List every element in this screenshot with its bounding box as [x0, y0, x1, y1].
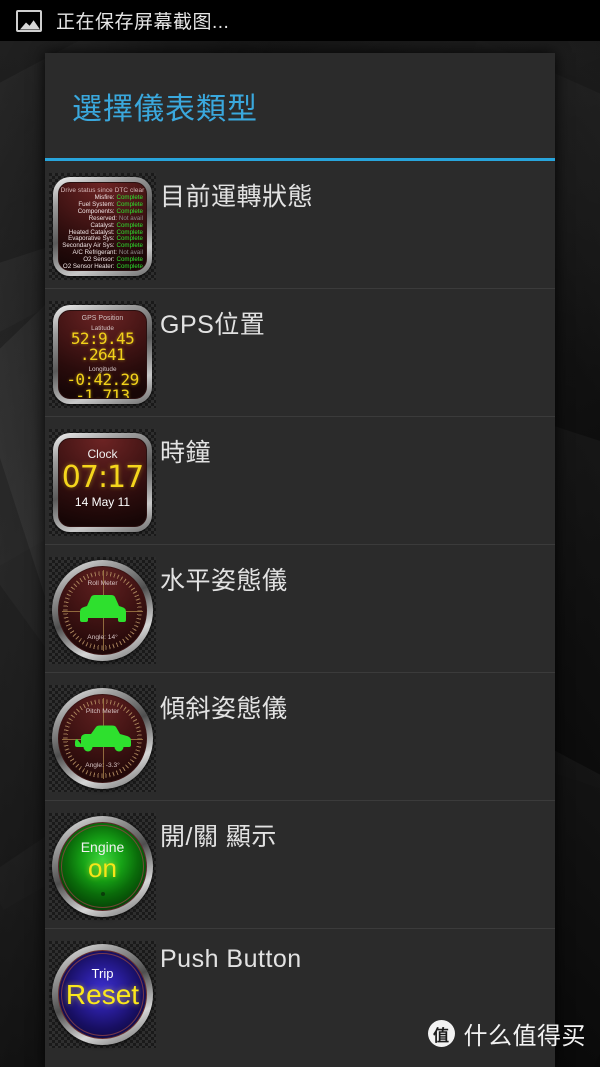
drive-status-gauge: Drive status since DTC clear Misfire: Co… [53, 177, 152, 276]
gauge-type-list: Drive status since DTC clear Misfire: Co… [45, 161, 555, 1057]
gauge-type-label: 時鐘 [160, 439, 212, 467]
pitch-meter-angle: Angle: -3.3° [85, 762, 120, 769]
gauge-thumbnail: Pitch Meter Angle: -3.3° [49, 685, 156, 792]
gauge-thumbnail-cell: Engine on [45, 809, 160, 920]
pitch-meter-gauge: Pitch Meter Angle: -3.3° [52, 688, 153, 789]
gauge-type-list-item[interactable]: GPS Position Latitude 52:9.45 .2641 Long… [45, 289, 555, 417]
indicator-dot-icon [100, 892, 105, 896]
gauge-type-label: GPS位置 [160, 311, 266, 339]
clock-time: 07:17 [61, 460, 144, 495]
gauge-thumbnail-cell: GPS Position Latitude 52:9.45 .2641 Long… [45, 297, 160, 408]
clock-title: Clock [87, 447, 118, 461]
gauge-thumbnail: Drive status since DTC clear Misfire: Co… [49, 173, 156, 280]
onoff-indicator-gauge: Engine on [52, 816, 153, 917]
gauge-type-label: Push Button [160, 945, 302, 973]
dialog-title: 選擇儀表類型 [72, 92, 258, 126]
gps-title: GPS Position [81, 315, 124, 322]
gauge-type-list-item[interactable]: Roll Meter Angle: 14° 水平姿態儀 [45, 545, 555, 673]
gps-longitude-value: -0:42.29 -1.713 [66, 370, 139, 399]
reset-label: Reset [65, 979, 140, 1010]
roll-meter-title: Roll Meter [87, 580, 118, 587]
gauge-type-list-item[interactable]: Clock 07:17 14 May 11 時鐘 [45, 417, 555, 545]
gauge-type-list-item[interactable]: Pitch Meter Angle: -3.3° 傾斜姿態儀 [45, 673, 555, 801]
gauge-thumbnail: Clock 07:17 14 May 11 [49, 429, 156, 536]
gauge-thumbnail: GPS Position Latitude 52:9.45 .2641 Long… [49, 301, 156, 408]
pitch-meter-title: Pitch Meter [85, 708, 120, 715]
gauge-thumbnail: Roll Meter Angle: 14° [49, 557, 156, 664]
gps-gauge: GPS Position Latitude 52:9.45 .2641 Long… [53, 305, 152, 404]
status-bar-text: 正在保存屏幕截图... [56, 12, 230, 33]
gauge-thumbnail-cell: Drive status since DTC clear Misfire: Co… [45, 169, 160, 280]
gauge-type-dialog: 選擇儀表類型 Drive status since DTC clear Misf… [45, 53, 555, 1067]
gauge-type-label: 水平姿態儀 [160, 567, 288, 595]
gauge-type-label: 開/關 顯示 [160, 823, 277, 851]
drive-status-title: Drive status since DTC clear [60, 187, 145, 194]
car-side-icon [74, 725, 131, 751]
gauge-thumbnail: Trip Reset [49, 941, 156, 1048]
gauge-thumbnail: Engine on [49, 813, 156, 920]
dialog-header: 選擇儀表類型 [45, 53, 555, 158]
engine-state: on [88, 853, 117, 883]
gauge-thumbnail-cell: Trip Reset [45, 937, 160, 1048]
gauge-thumbnail-cell: Pitch Meter Angle: -3.3° [45, 681, 160, 792]
roll-meter-angle: Angle: 14° [87, 634, 118, 641]
gauge-thumbnail-cell: Roll Meter Angle: 14° [45, 553, 160, 664]
screen: 正在保存屏幕截图... 選擇儀表類型 Drive status since DT… [0, 0, 600, 1067]
clock-gauge: Clock 07:17 14 May 11 [53, 433, 152, 532]
gauge-type-label: 傾斜姿態儀 [160, 695, 288, 723]
gauge-type-label: 目前運轉狀態 [160, 183, 314, 211]
clock-date: 14 May 11 [74, 495, 131, 509]
roll-meter-gauge: Roll Meter Angle: 14° [52, 560, 153, 661]
car-front-icon [79, 594, 126, 622]
gauge-type-list-item[interactable]: Engine on 開/關 顯示 [45, 801, 555, 929]
status-bar: 正在保存屏幕截图... [0, 0, 600, 41]
gps-latitude-value: 52:9.45 .2641 [70, 329, 135, 364]
gauge-thumbnail-cell: Clock 07:17 14 May 11 [45, 425, 160, 536]
image-screenshot-icon [16, 9, 42, 32]
gauge-type-list-item[interactable]: Trip Reset Push Button [45, 929, 555, 1057]
gauge-type-list-item[interactable]: Drive status since DTC clear Misfire: Co… [45, 161, 555, 289]
push-button-gauge: Trip Reset [52, 944, 153, 1045]
